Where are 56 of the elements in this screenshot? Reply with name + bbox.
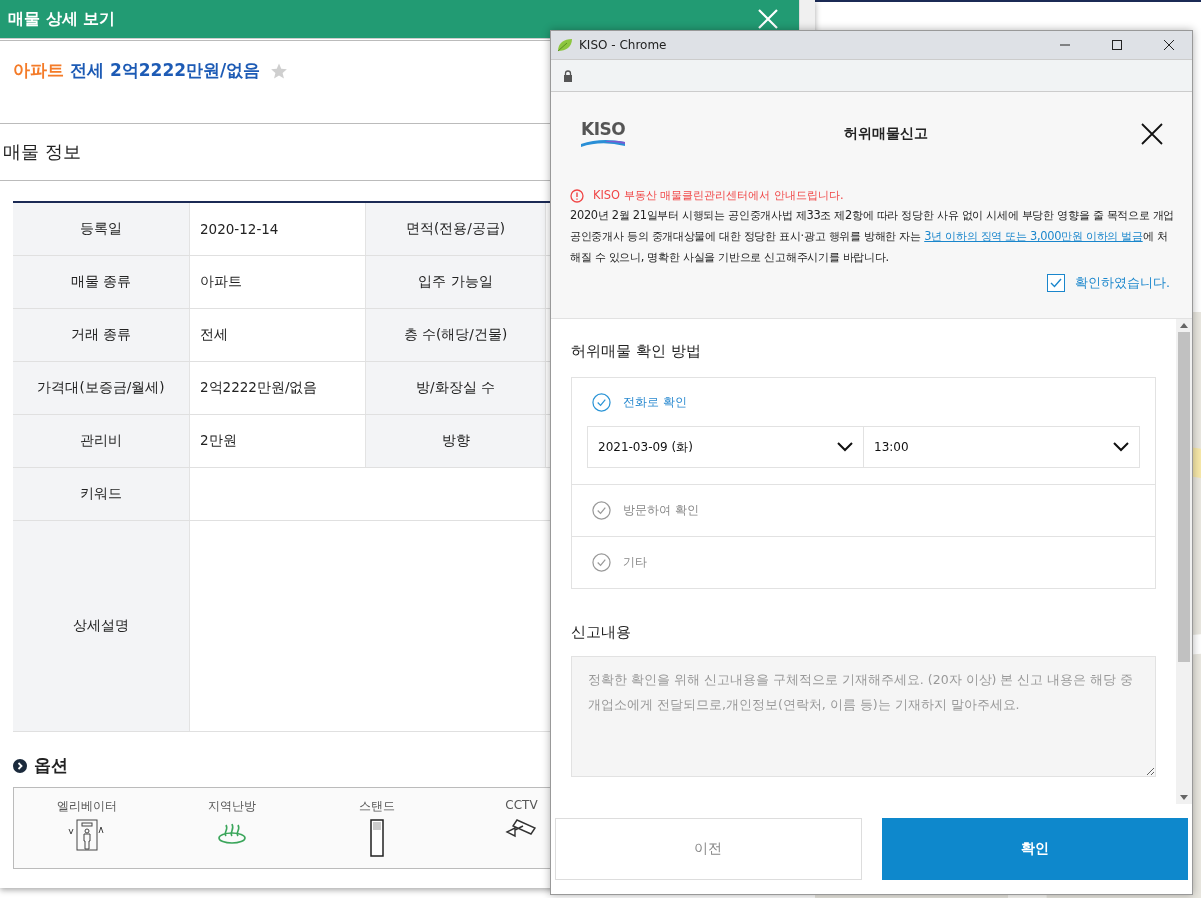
cctv-icon — [504, 816, 539, 840]
close-icon[interactable] — [1140, 122, 1164, 146]
report-text-area[interactable]: 정확한 확인을 위해 신고내용을 구체적으로 기재해주세요. (20자 이상) 본 신고 내용은 해당 중개업소에게 전달되므로,개인정보(연락처, 이름 등)는 기재하지 말아주세요. — [571, 656, 1156, 777]
confirm-button[interactable]: 확인 — [881, 818, 1188, 880]
scroll-down-icon[interactable] — [1180, 795, 1188, 800]
table-header-cell: 입주 가능일 — [366, 256, 546, 308]
check-circle-icon — [592, 553, 611, 572]
table-header-cell: 층 수(해당/건물) — [366, 309, 546, 361]
table-header-cell: 매물 종류 — [13, 256, 190, 308]
radio-option[interactable]: 기타 — [572, 537, 1155, 588]
option-label: 스탠드 — [358, 798, 395, 815]
section-title: 옵션 — [34, 754, 68, 777]
radio-option[interactable]: 방문하여 확인 — [572, 485, 1155, 536]
elevator-icon — [66, 819, 107, 851]
info-icon — [570, 188, 584, 203]
dialog-title: 허위매물신고 — [842, 125, 929, 143]
air-conditioner-icon — [369, 819, 384, 857]
lock-icon — [563, 69, 573, 82]
check-circle-icon — [592, 392, 611, 412]
table-header-cell: 방/화장실 수 — [366, 362, 546, 414]
section-title: 허위매물 확인 방법 — [571, 342, 702, 361]
table-header-cell: 가격대(보증금/월세) — [13, 362, 190, 414]
table-header-cell: 방향 — [366, 415, 546, 467]
table-header-cell: 상세설명 — [13, 521, 190, 731]
penalty-link[interactable]: 3년 이하의 징역 또는 3,000만원 이하의 벌금 — [924, 229, 1143, 243]
table-header-cell: 관리비 — [13, 415, 190, 467]
chevron-down-icon — [837, 442, 853, 452]
notice-heading: KISO 부동산 매물클린관리센터에서 안내드립니다. — [593, 188, 844, 203]
checkbox-label: 확인하였습니다. — [1075, 274, 1170, 292]
star-icon[interactable] — [270, 62, 289, 80]
check-circle-icon — [592, 501, 611, 520]
price-summary: 전세 2억2222만원/없음 — [70, 59, 261, 82]
leaf-icon — [557, 38, 573, 52]
option-label: 지역난방 — [207, 798, 256, 815]
option-label: CCTV — [505, 798, 538, 812]
chevron-down-icon — [1113, 442, 1129, 452]
chevron-icon — [13, 758, 27, 773]
table-header-cell: 면적(전용/공급) — [366, 203, 546, 255]
date-dropdown[interactable]: 2021-03-09 (화) — [588, 427, 864, 467]
table-header-cell: 거래 종류 — [13, 309, 190, 361]
window-title: 매물 상세 보기 — [8, 8, 116, 30]
table-header-cell: 키워드 — [13, 468, 190, 520]
section-title: 신고내용 — [571, 623, 632, 642]
table-header-cell: 등록일 — [13, 203, 190, 255]
radio-option[interactable]: 전화로 확인 — [572, 378, 1155, 426]
property-type: 아파트 — [13, 59, 64, 82]
scroll-up-icon[interactable] — [1180, 323, 1188, 328]
maximize-icon[interactable] — [1111, 39, 1123, 51]
notice-text: 2020년 2월 21일부터 시행되는 공인중개사법 제33조 제2항에 따라 정당한 사유 없이 시세에 부당한 영향을 줄 목적으로 개업공인중개사 등의 중개대상물에 대한 정당한 표시·광고 행위를 방해한 자는 3년 이하의 징역 또는 3,000만원 이하의 벌금에 처해질 수 있으니, 명확한 사실을 기반으로 신고해주시기를 바랍니다. — [570, 207, 1176, 266]
option-label: 엘리베이터 — [56, 798, 117, 815]
time-dropdown[interactable]: 13:00 — [864, 427, 1139, 467]
previous-button[interactable]: 이전 — [555, 818, 862, 880]
window-title: KISO - Chrome — [579, 38, 668, 52]
close-icon[interactable] — [1163, 39, 1175, 51]
checkbox[interactable] — [1047, 274, 1065, 292]
scrollbar[interactable] — [1176, 319, 1192, 804]
